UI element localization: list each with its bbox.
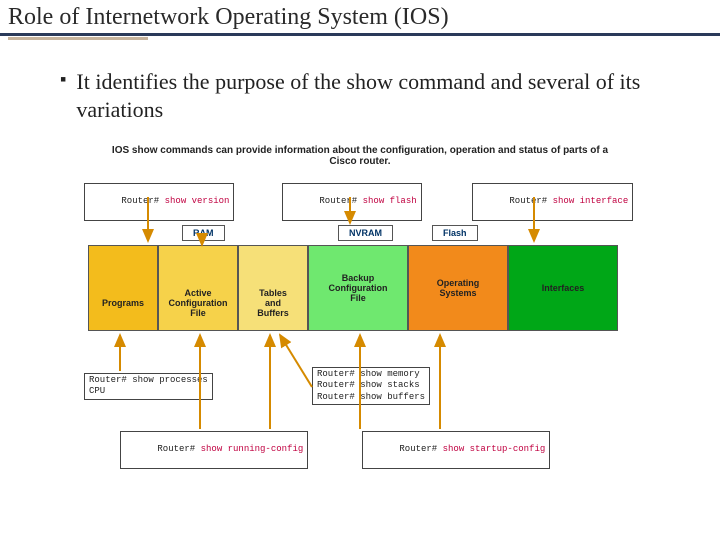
bullet-marker: ▪ [60, 68, 66, 123]
prompt: Router# [121, 196, 159, 206]
cmd-show-interface: Router# show interface [472, 183, 633, 221]
prompt: Router# [319, 196, 357, 206]
page-title: Role of Internetwork Operating System (I… [8, 4, 712, 31]
title-bar: Role of Internetwork Operating System (I… [0, 0, 720, 36]
label-ram: RAM [182, 225, 225, 241]
cmd: show interface [553, 196, 629, 206]
ios-diagram: IOS show commands can provide informatio… [60, 145, 660, 465]
seg-programs: Programs [88, 245, 158, 331]
cmd-show-processes: Router# show processes CPU [84, 373, 213, 400]
seg-operating-systems: Operating Systems [408, 245, 508, 331]
router-segments: Programs Active Configuration File Table… [88, 245, 618, 331]
seg-label: Interfaces [542, 283, 585, 293]
cmd: show version [165, 196, 230, 206]
prompt: Router# [157, 444, 195, 454]
prompt: Router# [399, 444, 437, 454]
cmd-show-version: Router# show version [84, 183, 234, 221]
seg-active-config: Active Configuration File [158, 245, 238, 331]
seg-tables-buffers: Tables and Buffers [238, 245, 308, 331]
cmd-show-startup-config: Router# show startup-config [362, 431, 550, 469]
cmd: show flash [363, 196, 417, 206]
cmd-show-flash: Router# show flash [282, 183, 422, 221]
diagram-intro: IOS show commands can provide informatio… [60, 145, 660, 167]
seg-interfaces: Interfaces [508, 245, 618, 331]
seg-label: Tables and Buffers [257, 288, 289, 318]
seg-label: Programs [102, 298, 144, 308]
bullet-item: ▪ It identifies the purpose of the show … [60, 68, 660, 123]
seg-label: Operating Systems [437, 278, 480, 298]
bullet-text: It identifies the purpose of the show co… [76, 68, 660, 123]
cmd: show running-config [201, 444, 304, 454]
label-flash: Flash [432, 225, 478, 241]
prompt: Router# [509, 196, 547, 206]
cmd-show-running-config: Router# show running-config [120, 431, 308, 469]
cmd: show startup-config [443, 444, 546, 454]
cmd-show-memory-stacks-buffers: Router# show memory Router# show stacks … [312, 367, 430, 405]
seg-backup-config: Backup Configuration File [308, 245, 408, 331]
seg-label: Backup Configuration File [329, 273, 388, 303]
label-nvram: NVRAM [338, 225, 393, 241]
content: ▪ It identifies the purpose of the show … [0, 40, 720, 465]
seg-label: Active Configuration File [169, 288, 228, 318]
